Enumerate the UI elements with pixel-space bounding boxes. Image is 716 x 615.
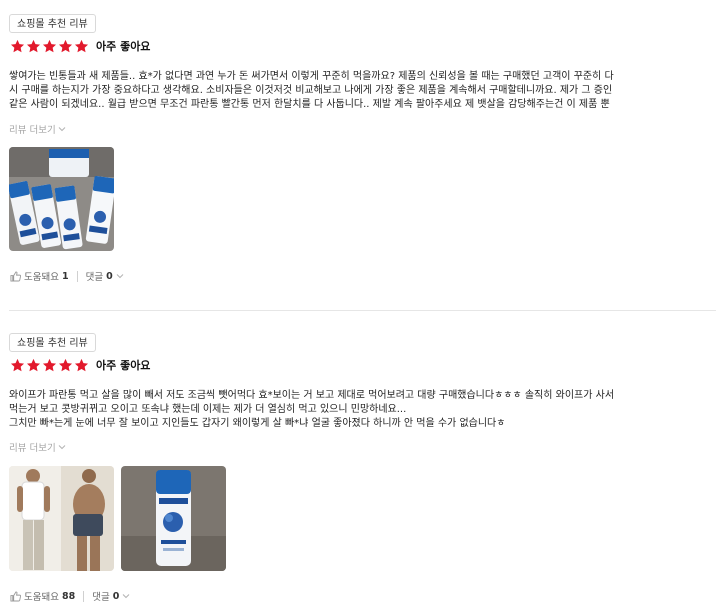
star-icon	[58, 358, 73, 371]
comments-button[interactable]: 댓글 0	[92, 589, 130, 603]
comments-label: 댓글	[92, 592, 110, 603]
recommend-badge: 쇼핑몰 추천 리뷰	[9, 333, 96, 352]
before-after-body-image	[9, 466, 114, 571]
comments-count: 0	[112, 590, 120, 602]
thumbs-up-icon	[10, 590, 21, 602]
helpful-count: 88	[61, 590, 76, 602]
chevron-down-icon	[58, 445, 66, 450]
rating-label: 아주 좋아요	[96, 359, 151, 372]
chevron-down-icon	[122, 594, 130, 599]
rating-row: 아주 좋아요	[10, 357, 150, 373]
review-card-2: 쇼핑몰 추천 리뷰 아주 좋아요 와이프가 파란통 먹고 살을 많이 빼서 저도…	[0, 0, 716, 615]
star-rating	[10, 358, 89, 373]
review-photo[interactable]	[9, 466, 114, 571]
supplement-bottle-image	[121, 466, 226, 571]
star-icon	[10, 358, 25, 371]
review-body: 와이프가 파란통 먹고 살을 많이 빼서 저도 조금씩 뺏어먹다 효*보이는 거…	[9, 390, 615, 429]
star-icon	[42, 358, 57, 371]
more-review-link[interactable]: 리뷰 더보기	[9, 440, 66, 454]
helpful-label: 도움돼요	[24, 592, 59, 603]
star-icon	[74, 358, 89, 371]
star-icon	[26, 358, 41, 371]
more-review-label: 리뷰 더보기	[9, 443, 56, 454]
action-separator	[83, 590, 85, 602]
review-actions: 도움돼요 88 댓글 0	[10, 589, 130, 603]
review-photo[interactable]	[121, 466, 226, 571]
helpful-button[interactable]: 도움돼요 88	[10, 589, 75, 603]
